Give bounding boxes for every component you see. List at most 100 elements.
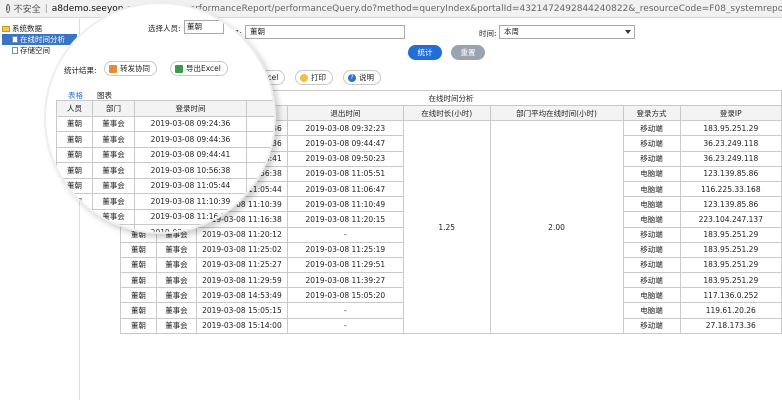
zoom-table-row[interactable]: 董朝 董事会 2019-03-08 11:10:39 <box>56 193 274 210</box>
zoom-table-row[interactable]: 董朝 董事会 2019-03-08 09:44:41 <box>56 146 274 163</box>
column-header: 登录IP <box>679 104 782 122</box>
zoom-table-cell <box>246 177 274 194</box>
help-button[interactable]: ? 说明 <box>343 70 381 85</box>
column-header: 退出时间 <box>286 104 404 122</box>
time-label: 时间: <box>479 29 497 38</box>
reset-button[interactable]: 重置 <box>451 45 485 60</box>
online-hours-cell: 1.25 <box>402 120 491 334</box>
forward-icon <box>109 64 117 73</box>
zoom-table-cell <box>246 193 274 210</box>
magnifier: 选择人员: 董朝 统计结果: 转发协同 导出Excel 表格 图表 人员 部门 登录… <box>44 2 276 234</box>
info-icon[interactable]: i <box>6 4 10 13</box>
table-cell: 移动端 <box>622 256 681 274</box>
table-cell: 27.18.173.36 <box>679 317 782 334</box>
zoom-table-cell: 董事会 <box>92 193 135 210</box>
zoom-table-cell: 2019-03-08 11:16:38 <box>134 208 247 225</box>
table-cell: 2019-03-08 11:10:49 <box>286 196 404 213</box>
table-cell: 移动端 <box>622 226 681 243</box>
table-cell: 2019-03-08 09:44:47 <box>286 135 404 152</box>
zoom-table-cell: 2019-03-08 09:44:36 <box>134 131 247 148</box>
table-cell: 2019-03-08 14:53:49 <box>196 287 288 304</box>
time-select-value: 本周 <box>504 27 519 36</box>
table-cell: 2019-03-08 11:39:27 <box>286 272 404 289</box>
table-cell: 116.225.33.168 <box>679 180 782 198</box>
export-excel-zoom-label: 导出Excel <box>186 64 221 73</box>
zoom-table-cell: 董朝 <box>56 193 93 210</box>
zoom-table-cell: 董朝 <box>56 115 93 132</box>
table-cell: 董事会 <box>155 302 198 319</box>
stat-button[interactable]: 统计 <box>408 45 442 60</box>
table-cell: 电脑端 <box>622 302 681 319</box>
table-cell: 117.136.0.252 <box>679 287 782 304</box>
zoom-table-row[interactable]: 董朝 董事会 2019-03-08 09:24:36 <box>56 115 274 132</box>
table-cell: 2019-03-08 11:29:51 <box>286 256 404 274</box>
forward-button[interactable]: 转发协同 <box>104 61 157 76</box>
table-cell: 董事会 <box>155 241 198 258</box>
table-cell: 2019-03-08 09:50:23 <box>286 150 404 167</box>
table-cell: 183.95.251.29 <box>679 226 782 243</box>
table-cell: 董事会 <box>155 317 198 334</box>
chevron-down-icon <box>625 30 631 34</box>
address-separator: | <box>44 3 48 14</box>
tree-root-label: 系统数据 <box>12 24 42 33</box>
column-header: 在线时长(小时) <box>402 104 491 122</box>
zoom-table-cell: 董朝 <box>56 131 93 148</box>
zoom-table-cell <box>246 208 274 225</box>
excel-icon <box>175 64 183 73</box>
table-cell: 2019-03-08 15:05:20 <box>286 287 404 304</box>
zoom-table-cell: 2019-03-08 09:44:41 <box>134 146 247 163</box>
table-cell: 董朝 <box>120 241 157 258</box>
tree-item-online-time[interactable]: 在线时间分析 <box>2 34 77 45</box>
zoom-column-header: 登录时间 <box>134 100 247 117</box>
tree-root[interactable]: 系统数据 <box>2 23 77 34</box>
table-cell: 移动端 <box>622 317 681 334</box>
table-cell: 119.61.20.26 <box>679 302 782 319</box>
help-icon: ? <box>348 73 356 82</box>
table-cell: 223.104.247.137 <box>679 211 782 228</box>
table-cell: 移动端 <box>622 135 681 152</box>
table-cell: 123.139.85.86 <box>679 165 782 182</box>
export-excel-button-zoom[interactable]: 导出Excel <box>170 61 228 76</box>
table-cell: 电脑端 <box>622 211 681 228</box>
table-cell: 电脑端 <box>622 196 681 213</box>
person-input-zoom[interactable]: 董朝 <box>184 20 224 34</box>
table-cell: 2019-03-08 15:14:00 <box>196 317 288 334</box>
zoom-table-row[interactable]: 董朝 董事会 2019-03-08 11:05:44 <box>56 177 274 194</box>
zoom-table-cell: 2019-03-08 09:24:36 <box>134 115 247 132</box>
table-cell: 电脑端 <box>622 287 681 304</box>
table-cell: 董朝 <box>120 317 157 334</box>
help-label: 说明 <box>359 73 374 82</box>
dept-avg-cell: 2.00 <box>489 120 624 334</box>
zoom-column-header: 人员 <box>56 100 93 117</box>
time-select[interactable]: 本周 <box>499 25 635 39</box>
table-cell: 2019-03-08 11:25:19 <box>286 241 404 258</box>
table-cell: 2019-03-08 11:29:59 <box>196 272 288 289</box>
report-icon <box>12 47 18 54</box>
zoom-column-header: 部门 <box>92 100 135 117</box>
zoom-table-row[interactable]: 董朝 董事会 2019-03-08 09:44:36 <box>56 131 274 148</box>
table-cell: 183.95.251.29 <box>679 272 782 289</box>
table-cell: - <box>286 226 404 243</box>
table-cell: - <box>286 317 404 334</box>
table-cell: 移动端 <box>622 150 681 167</box>
tree-item-label: 在线时间分析 <box>20 35 65 44</box>
table-cell: - <box>286 302 404 319</box>
table-cell: 2019-03-08 11:25:27 <box>196 256 288 274</box>
person-input[interactable]: 董朝 <box>245 25 405 39</box>
zoom-table-cell: 董事会 <box>92 131 135 148</box>
zoom-table-cell: 2019-03-08 11:10:39 <box>134 193 247 210</box>
print-button[interactable]: 打印 <box>295 70 333 85</box>
table-cell: 董朝 <box>120 272 157 289</box>
zoom-table-row[interactable]: 董朝 董事会 2019-03-08 10:56:38 <box>56 162 274 179</box>
zoom-table-cell <box>246 131 274 148</box>
zoom-table-row[interactable]: 董朝 董事会 2019-03-08 11:16:38 <box>56 208 274 225</box>
column-header: 登录方式 <box>622 104 681 122</box>
table-cell: 2019-03-08 11:05:51 <box>286 165 404 182</box>
table-cell: 董事会 <box>155 287 198 304</box>
print-label: 打印 <box>311 73 326 82</box>
security-label: 不安全 <box>13 5 41 15</box>
table-cell: 董朝 <box>120 256 157 274</box>
table-cell: 183.95.251.29 <box>679 241 782 258</box>
forward-label: 转发协同 <box>120 64 150 73</box>
table-cell: 36.23.249.118 <box>679 135 782 152</box>
